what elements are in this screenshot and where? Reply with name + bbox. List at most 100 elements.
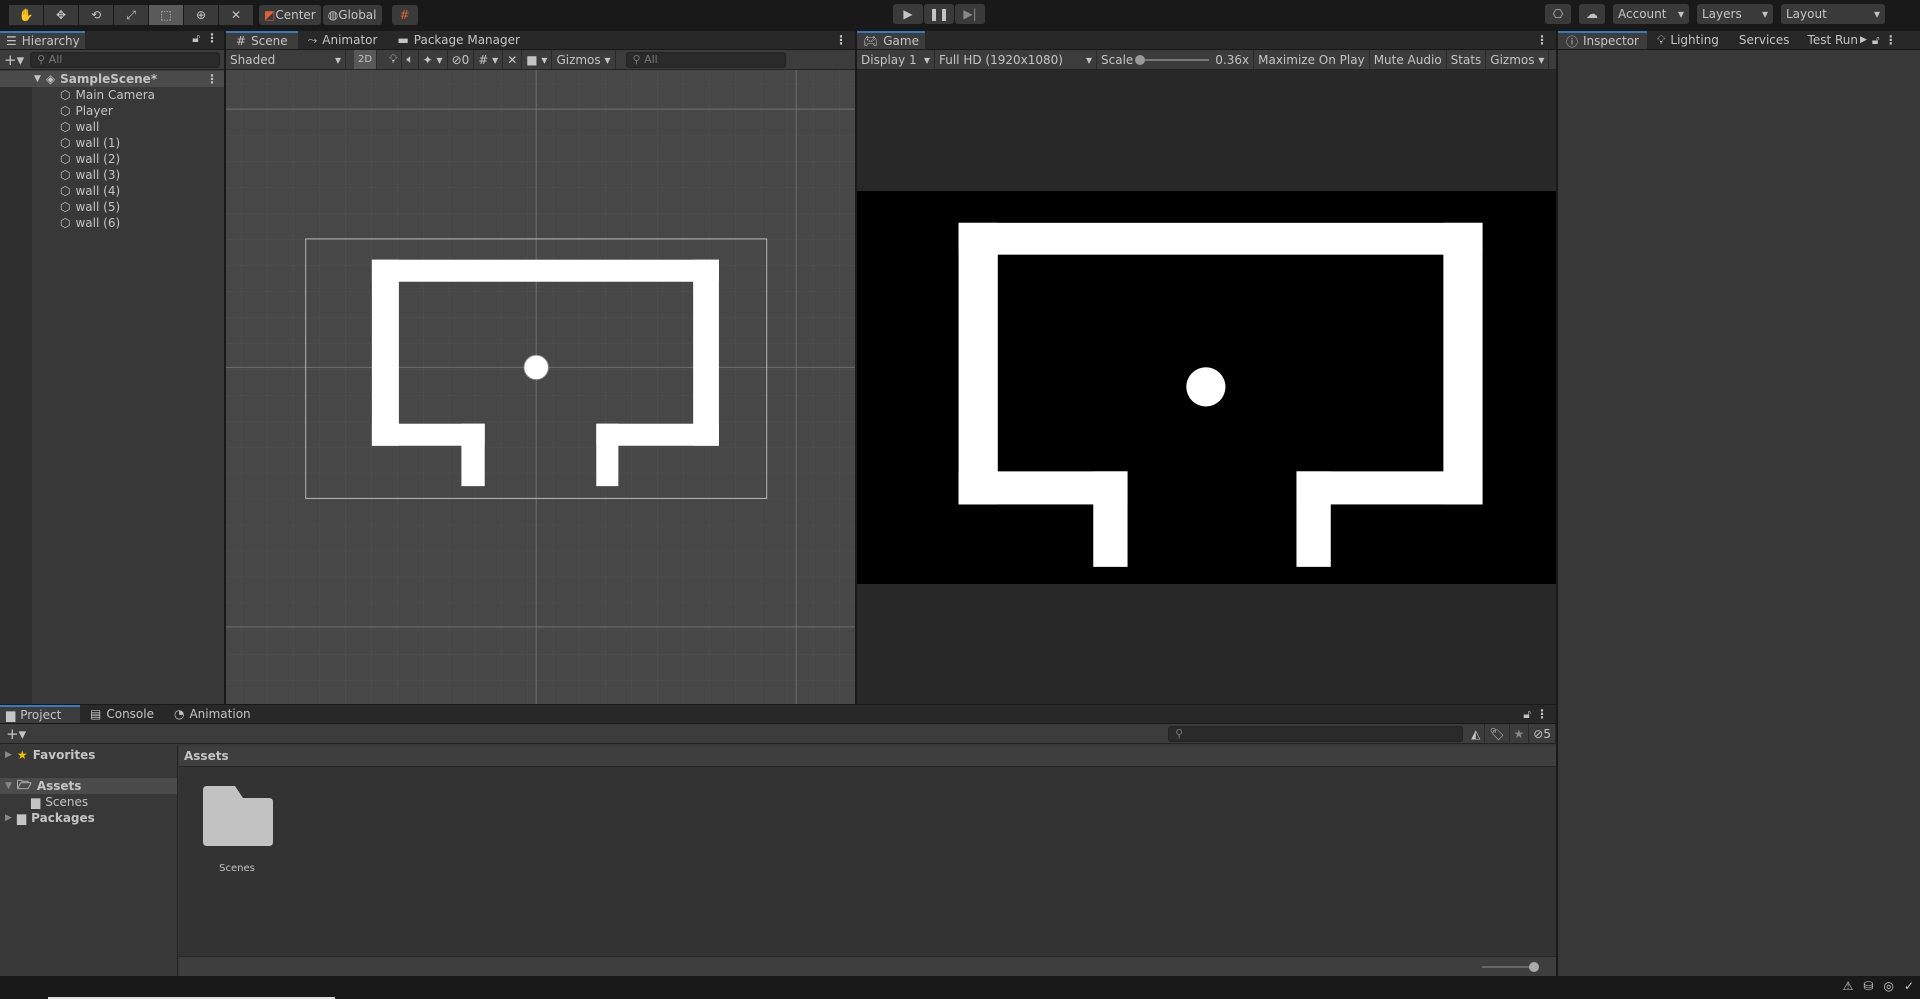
lock-icon[interactable]: 🔓︎ — [1867, 33, 1885, 48]
layers-dropdown[interactable]: Layers ▾ — [1697, 4, 1773, 24]
hidden-packages-toggle[interactable]: ⊘ 5 — [1529, 724, 1556, 743]
shading-mode-dropdown[interactable]: Shaded ▾ — [226, 50, 346, 69]
scale-slider[interactable]: Scale 0.36x — [1097, 50, 1255, 69]
tab-services[interactable]: Services — [1729, 31, 1800, 49]
cloud-icon[interactable]: ☁ — [1579, 4, 1605, 24]
debug-icon[interactable]: ⚠︎ — [1843, 979, 1854, 993]
hierarchy-tabbar: ☰ Hierarchy 🔓︎ ⋮ — [0, 31, 224, 50]
move-tool-button[interactable]: ✥ — [44, 5, 78, 25]
favorites-star-button[interactable]: ★ — [1510, 724, 1530, 743]
project-toolbar: +▾ ⚲ ◭ 🏷︎ ★ ⊘ 5 — [0, 724, 1556, 744]
collab-icon[interactable]: ⎔ — [1545, 4, 1571, 24]
kebab-menu-icon[interactable]: ⋮ — [1536, 707, 1556, 721]
effects-dropdown[interactable]: ✦ ▾ — [419, 50, 448, 69]
asset-item[interactable]: Scenes — [201, 786, 273, 874]
tab-hierarchy[interactable]: ☰ Hierarchy — [0, 31, 85, 49]
kebab-menu-icon[interactable]: ⋮ — [206, 31, 224, 49]
tree-packages[interactable]: ▶ ▆ Packages — [0, 810, 177, 826]
chevron-down-icon: ▾ — [1873, 7, 1880, 21]
network-icon[interactable]: ◎ — [1883, 979, 1893, 993]
tab-project[interactable]: ▆ Project — [0, 705, 80, 723]
play-button[interactable]: ▶ — [893, 4, 923, 24]
grid-snap-button[interactable]: # — [391, 5, 418, 25]
display-dropdown[interactable]: Display 1 ▾ — [857, 50, 935, 69]
hierarchy-search-input[interactable]: ⚲ All — [30, 51, 220, 68]
hierarchy-item[interactable]: ⬡ wall — [60, 119, 155, 135]
project-search-input[interactable]: ⚲ — [1168, 725, 1464, 742]
resolution-dropdown[interactable]: Full HD (1920x1080) ▾ — [935, 50, 1097, 69]
account-dropdown[interactable]: Account ▾ — [1613, 4, 1689, 24]
grid-dropdown[interactable]: # ▾ — [474, 50, 504, 69]
tab-animator[interactable]: ⤳ Animator — [298, 31, 388, 49]
slider-track[interactable] — [1135, 54, 1210, 65]
hierarchy-item[interactable]: ⬡ wall (6) — [60, 215, 155, 231]
slider-thumb[interactable] — [1135, 54, 1146, 65]
kebab-menu-icon[interactable]: ⋮ — [1885, 33, 1897, 47]
tools-toggle[interactable]: ✕ — [503, 50, 523, 69]
hierarchy-item[interactable]: ⬡ wall (5) — [60, 199, 155, 215]
hidden-objects-toggle[interactable]: ⊘ 0 — [448, 50, 475, 69]
layout-dropdown[interactable]: Layout ▾ — [1781, 4, 1885, 24]
kebab-menu-icon[interactable]: ⋮ — [1528, 31, 1556, 49]
camera-dropdown[interactable]: ■ ▾ — [522, 50, 553, 69]
wall — [371, 259, 399, 446]
gizmos-dropdown[interactable]: Gizmos ▾ — [552, 50, 616, 69]
global-space-button[interactable]: ◍ Global — [322, 5, 382, 25]
mute-audio-toggle[interactable]: Mute Audio — [1370, 50, 1447, 69]
scale-tool-button[interactable]: ⤢ — [114, 5, 148, 25]
game-panel: 🎮︎ Game ⋮ Display 1 ▾ Full HD (1920x1080) ▾… — [857, 31, 1556, 704]
hierarchy-item[interactable]: ⬡ wall (2) — [60, 151, 155, 167]
icon-size-slider[interactable] — [1482, 962, 1539, 972]
lock-icon[interactable]: 🔓︎ — [186, 31, 206, 49]
game-viewport[interactable] — [857, 191, 1556, 584]
eye-slash-icon: ⊘ — [451, 52, 462, 67]
step-button[interactable]: ▶| — [955, 4, 985, 24]
stats-toggle[interactable]: Stats — [1447, 50, 1487, 69]
lighting-toggle[interactable]: 💡︎ — [385, 50, 403, 69]
player[interactable] — [523, 354, 549, 381]
tree-assets[interactable]: ▼ 🗁︎ Assets — [0, 778, 177, 794]
slider-thumb[interactable] — [1529, 962, 1539, 972]
transform-tool-button[interactable]: ⊕ — [184, 5, 218, 25]
kebab-menu-icon[interactable]: ⋮ — [827, 31, 855, 49]
lock-icon[interactable]: 🔓︎ — [1518, 707, 1536, 722]
tab-inspector[interactable]: ⓘ Inspector — [1558, 31, 1647, 49]
custom-tool-button[interactable]: ✕ — [219, 5, 253, 25]
add-button[interactable]: +▾ — [4, 51, 24, 69]
gizmos-dropdown[interactable]: Gizmos ▾ — [1486, 50, 1550, 69]
tab-lighting[interactable]: 💡︎ Lighting — [1647, 31, 1729, 49]
tab-test-run[interactable]: Test Run — [1800, 31, 1860, 49]
filter-by-type-button[interactable]: ◭ — [1467, 724, 1486, 743]
check-icon[interactable]: ✓ — [1904, 979, 1914, 993]
wall — [461, 423, 485, 487]
hierarchy-item[interactable]: ⬡ Main Camera — [60, 87, 155, 103]
filter-by-label-button[interactable]: 🏷︎ — [1485, 724, 1510, 743]
tab-package-manager[interactable]: ▬ Package Manager — [387, 31, 530, 49]
scene-viewport[interactable] — [226, 70, 855, 704]
maximize-on-play-toggle[interactable]: Maximize On Play — [1254, 50, 1370, 69]
2d-toggle[interactable]: 2D — [354, 50, 378, 69]
hierarchy-item[interactable]: ⬡ wall (3) — [60, 167, 155, 183]
hierarchy-item[interactable]: ⬡ Player — [60, 103, 155, 119]
cache-icon[interactable]: ⛁ — [1863, 979, 1873, 993]
rect-tool-button[interactable]: ⬚ — [149, 5, 183, 25]
expand-arrow-icon[interactable]: ▼ — [34, 74, 41, 84]
tree-favorites[interactable]: ▶ ★ Favorites — [0, 746, 177, 764]
rotate-tool-button[interactable]: ⟲ — [79, 5, 113, 25]
add-button[interactable]: +▾ — [6, 725, 26, 743]
scene-root-item[interactable]: ▼ ◈ SampleScene* ⋮ — [0, 71, 224, 87]
tab-scene[interactable]: # Scene — [226, 31, 298, 49]
tab-animation[interactable]: ◔ Animation — [164, 705, 261, 723]
tab-console[interactable]: ▤ Console — [80, 705, 164, 723]
kebab-menu-icon[interactable]: ⋮ — [206, 72, 224, 86]
audio-toggle[interactable]: 🔈︎ — [402, 50, 419, 69]
tab-game[interactable]: 🎮︎ Game — [857, 31, 925, 49]
pivot-center-button[interactable]: ◩ Center — [259, 5, 321, 25]
pause-button[interactable]: ❚❚ — [924, 4, 954, 24]
hand-tool-button[interactable]: ✋ — [9, 5, 43, 25]
lightbulb-icon: 💡︎ — [389, 52, 398, 66]
hierarchy-item[interactable]: ⬡ wall (4) — [60, 183, 155, 199]
chevron-right-icon[interactable]: ▶ — [1860, 35, 1867, 45]
hierarchy-item[interactable]: ⬡ wall (1) — [60, 135, 155, 151]
scene-search-input[interactable]: ⚲ All — [625, 51, 786, 68]
